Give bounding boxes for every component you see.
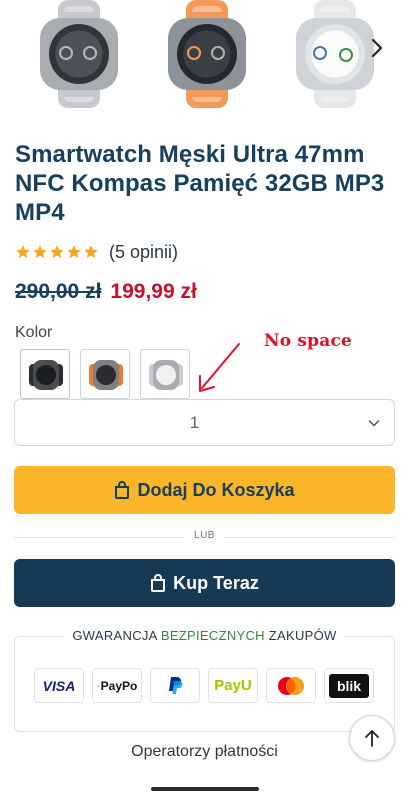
star-icon <box>33 245 47 259</box>
star-rating <box>15 244 99 260</box>
product-title: Smartwatch Męski Ultra 47mm NFC Kompas P… <box>15 141 385 226</box>
rating[interactable]: (5 opinii) <box>15 241 178 263</box>
star-icon <box>67 245 81 259</box>
swatch-black[interactable] <box>20 349 70 399</box>
paypal-logo <box>150 668 200 703</box>
buy-now-button[interactable]: Kup Teraz <box>14 559 395 607</box>
annotation-note: No space <box>264 331 353 351</box>
star-icon <box>50 245 64 259</box>
star-icon <box>84 245 98 259</box>
or-divider: LUB <box>14 529 395 545</box>
home-indicator[interactable] <box>151 787 259 791</box>
or-label: LUB <box>194 530 215 541</box>
quantity-select[interactable]: 1 <box>14 399 395 446</box>
old-price: 290,00 zł <box>15 280 102 303</box>
visa-logo: VISA <box>34 668 84 703</box>
annotation-arrow-icon <box>199 343 240 392</box>
paypo-logo: ·PayPo <box>92 668 142 703</box>
buy-now-label: Kup Teraz <box>173 572 259 593</box>
shopping-bag-icon <box>115 481 130 499</box>
product-gallery <box>0 0 409 112</box>
chevron-down-icon <box>368 420 380 427</box>
reviews-count[interactable]: (5 opinii) <box>109 242 178 263</box>
paypal-icon <box>169 676 183 694</box>
color-swatches <box>20 349 190 399</box>
watch-dial <box>177 24 237 84</box>
mastercard-icon <box>278 676 304 695</box>
price-row: 290,00 zł 199,99 zł <box>15 280 197 304</box>
color-label: Kolor <box>15 324 53 341</box>
chevron-right-icon[interactable] <box>367 36 387 60</box>
payment-operators-label: Operatorzy płatności <box>131 743 278 760</box>
add-to-cart-button[interactable]: Dodaj Do Koszyka <box>14 466 395 514</box>
swatch-orange[interactable] <box>80 349 130 399</box>
scroll-to-top-button[interactable] <box>349 715 395 761</box>
payment-logos: VISA ·PayPo PayU blik <box>34 668 374 703</box>
payu-logo: PayU <box>208 668 258 703</box>
gallery-image-1[interactable] <box>18 0 136 108</box>
star-icon <box>16 245 30 259</box>
watch-dial <box>305 24 365 84</box>
gallery-image-2[interactable] <box>146 0 264 108</box>
watch-dial <box>49 24 109 84</box>
quantity-value: 1 <box>189 413 200 432</box>
swatch-silver[interactable] <box>140 349 190 399</box>
current-price: 199,99 zł <box>110 280 197 303</box>
add-to-cart-label: Dodaj Do Koszyka <box>137 479 295 500</box>
blik-logo: blik <box>324 668 374 703</box>
guarantee-title: GWARANCJA BEZPIECZNYCH ZAKUPÓW <box>0 628 409 643</box>
arrow-up-icon <box>365 730 379 747</box>
shopping-bag-icon <box>151 574 166 592</box>
mastercard-logo <box>266 668 316 703</box>
